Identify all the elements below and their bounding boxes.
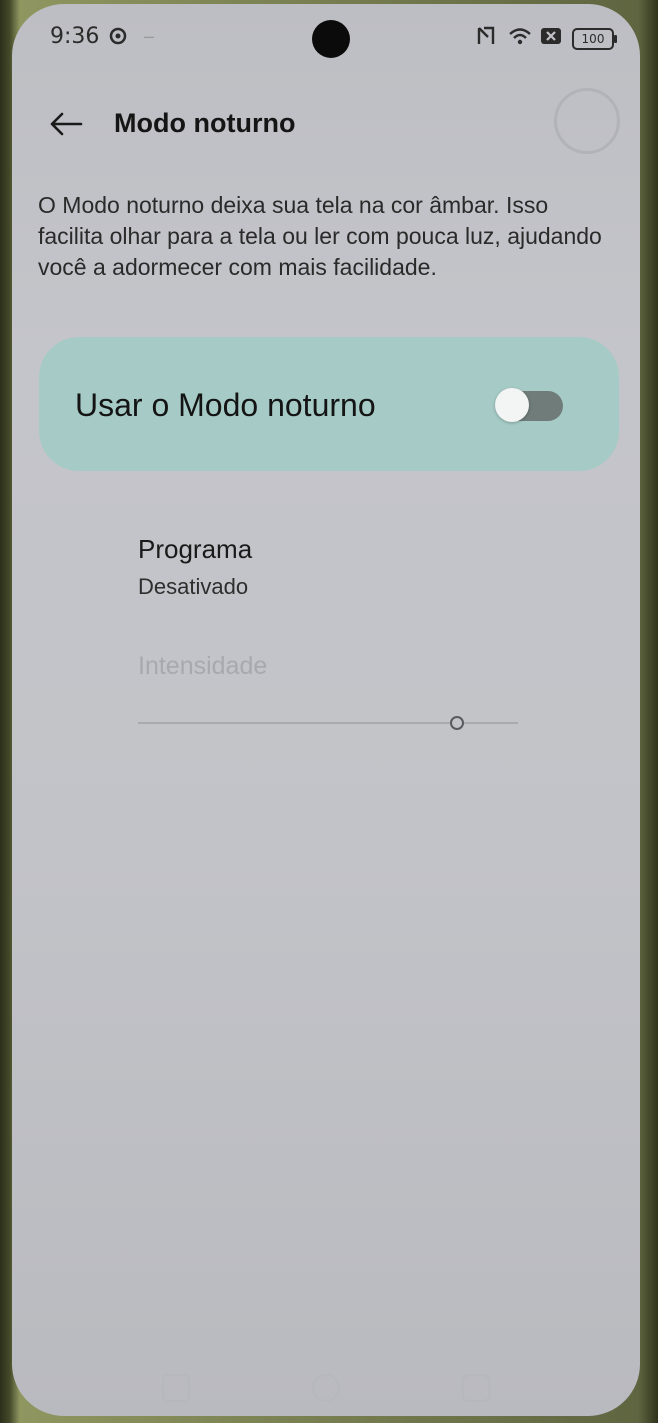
description-text: O Modo noturno deixa sua tela na cor âmb… — [38, 192, 602, 280]
recents-nav-icon[interactable] — [162, 1374, 190, 1402]
wifi-icon — [508, 25, 532, 47]
night-mode-toggle-row[interactable]: Usar o Modo noturno — [39, 337, 619, 471]
schedule-value: Desativado — [138, 574, 249, 599]
sim-icon — [540, 25, 562, 47]
schedule-title: Programa — [138, 534, 253, 564]
night-mode-switch[interactable] — [495, 388, 563, 422]
settings-gear-icon — [108, 25, 128, 47]
intensity-slider[interactable] — [138, 713, 518, 733]
front-camera — [312, 20, 350, 58]
battery-icon: 100 — [572, 28, 617, 50]
back-nav-icon[interactable] — [462, 1374, 490, 1402]
toggle-label: Usar o Modo noturno — [75, 387, 376, 423]
device-frame: 9:36 – 100 Modo noturno O Modo noturno d… — [0, 0, 658, 1423]
home-nav-icon[interactable] — [312, 1374, 340, 1402]
navigation-bar — [12, 1364, 640, 1404]
switch-knob — [495, 388, 529, 422]
screen: 9:36 – 100 Modo noturno O Modo noturno d… — [12, 4, 640, 1416]
intensity-label: Intensidade — [138, 652, 268, 680]
page-title: Modo noturno — [114, 108, 296, 138]
arrow-left-icon — [50, 112, 83, 136]
slider-thumb[interactable] — [450, 716, 465, 730]
back-button[interactable] — [42, 100, 90, 148]
dash-icon: – — [144, 25, 155, 46]
nfc-icon — [476, 25, 496, 47]
floating-circle — [554, 88, 620, 154]
status-time: 9:36 — [50, 24, 100, 49]
status-bar: 9:36 – 100 — [12, 4, 640, 74]
